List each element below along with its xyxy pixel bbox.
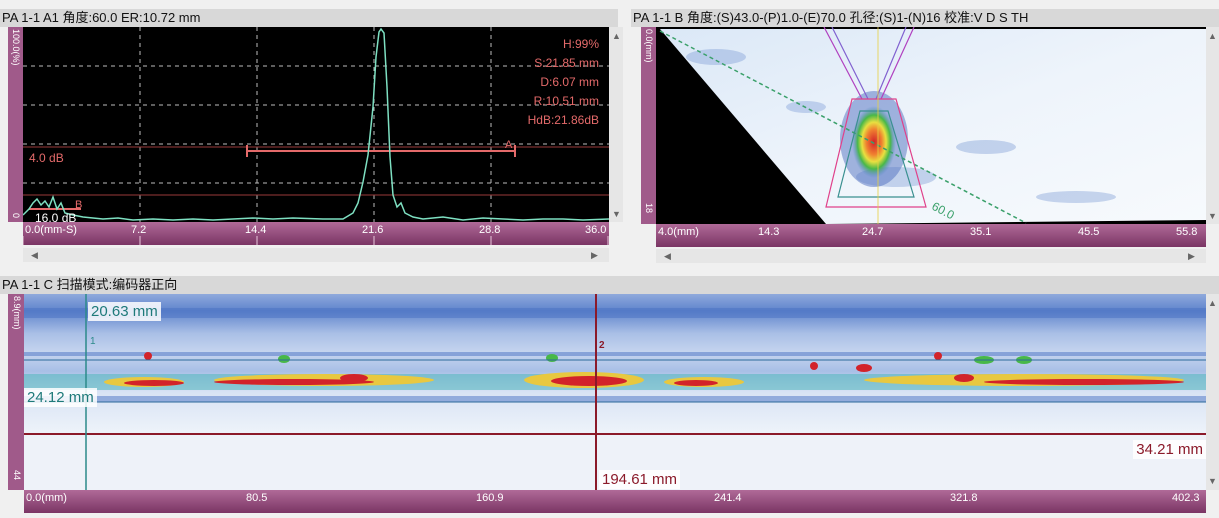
bscan-vertical-scale: 0.0(mm) 18 (641, 27, 656, 224)
ascan-plot[interactable]: 4.0 dB A 16.0 dB B H:99% S:21.85 mm D:6.… (23, 27, 609, 222)
cscan-tick-5: 402.3 (1172, 492, 1200, 504)
ascan-gate-label: 4.0 dB (29, 151, 64, 165)
cscan-measurement-top: 20.63 mm (88, 302, 161, 321)
bscan-horizontal-scrollbar[interactable]: ◀ ▶ (656, 249, 1206, 263)
ascan-ref-label: 16.0 dB (35, 211, 77, 222)
bscan-tick-5: 55.8 (1176, 226, 1198, 238)
ascan-title: PA 1-1 A1 角度:60.0 ER:10.72 mm (0, 9, 618, 27)
bscan-tick-2: 24.7 (862, 226, 884, 238)
cscan-tick-1: 80.5 (246, 492, 268, 504)
ascan-vscale-bottom: 0 (11, 213, 21, 219)
scroll-up-icon[interactable]: ▲ (1208, 298, 1217, 308)
cscan-plot[interactable]: 20.63 mm 24.12 mm 34.21 mm 194.61 mm 1 2 (24, 294, 1206, 490)
ascan-tick-2: 14.4 (245, 224, 267, 236)
bscan-vscale-bottom: 18 (644, 203, 654, 214)
ascan-vscale-label: 100.0(%) (11, 29, 21, 66)
cscan-cursor-2-label: 2 (599, 340, 605, 351)
cscan-tick-0: 0.0(mm) (26, 492, 67, 504)
bscan-tick-1: 14.3 (758, 226, 780, 238)
ascan-tick-5: 36.0 (585, 224, 607, 236)
cscan-vscale-label: 8.9(mm) (12, 296, 22, 330)
ascan-horizontal-scale: 0.0(mm-S) 7.2 14.4 21.6 28.8 36.0 (23, 222, 609, 245)
bscan-vertical-scrollbar[interactable]: ▲ ▼ (1206, 27, 1219, 224)
ascan-readout-height: H:99% (562, 37, 599, 51)
cscan-measurement-cursor: 194.61 mm (599, 470, 681, 489)
ascan-tick-3: 21.6 (362, 224, 384, 236)
ascan-readout-soundpath: S:21.85 mm (534, 56, 599, 70)
ascan-readout-range: R:10.51 mm (533, 94, 599, 108)
cscan-tick-4: 321.8 (950, 492, 978, 504)
ascan-ref-marker: B (75, 199, 83, 211)
bscan-plot[interactable]: 60.0 (656, 27, 1206, 224)
scroll-down-icon[interactable]: ▼ (1208, 476, 1217, 486)
cscan-image (24, 294, 1206, 490)
cscan-measurement-mid: 24.12 mm (24, 388, 97, 407)
scroll-down-icon[interactable]: ▼ (612, 209, 621, 219)
bscan-sector-image (659, 27, 1206, 224)
scroll-left-icon[interactable]: ◀ (664, 251, 671, 261)
scroll-left-icon[interactable]: ◀ (31, 250, 38, 260)
scroll-up-icon[interactable]: ▲ (1208, 31, 1217, 41)
cscan-tick-3: 241.4 (714, 492, 742, 504)
cscan-vscale-bottom: 44 (12, 470, 22, 481)
bscan-title: PA 1-1 B 角度:(S)43.0-(P)1.0-(E)70.0 孔径:(S… (631, 9, 1219, 27)
scroll-up-icon[interactable]: ▲ (612, 31, 621, 41)
ascan-readout-depth: D:6.07 mm (540, 75, 599, 89)
ascan-readout-hdb: HdB:21.86dB (527, 113, 599, 127)
ascan-graph (23, 27, 609, 222)
scroll-right-icon[interactable]: ▶ (591, 250, 598, 260)
cscan-tick-2: 160.9 (476, 492, 504, 504)
cscan-cursor-1-label: 1 (90, 336, 96, 347)
bscan-tick-3: 35.1 (970, 226, 992, 238)
scroll-down-icon[interactable]: ▼ (1208, 211, 1217, 221)
ascan-tick-4: 28.8 (479, 224, 501, 236)
cscan-horizontal-scale: 0.0(mm) 80.5 160.9 241.4 321.8 402.3 (24, 490, 1206, 513)
ascan-horizontal-scrollbar[interactable]: ◀ ▶ (23, 248, 609, 262)
cscan-measurement-right: 34.21 mm (1133, 440, 1206, 459)
scroll-right-icon[interactable]: ▶ (1188, 251, 1195, 261)
bscan-vscale-label: 0.0(mm) (644, 29, 654, 63)
ascan-vertical-scale: 100.0(%) 0 (8, 27, 23, 222)
ascan-tick-0: 0.0(mm-S) (25, 224, 77, 236)
bscan-tick-4: 45.5 (1078, 226, 1100, 238)
cscan-vertical-scale: 8.9(mm) 44 (8, 294, 24, 490)
ascan-vertical-scrollbar[interactable]: ▲ ▼ (609, 27, 623, 222)
cscan-title: PA 1-1 C 扫描模式:编码器正向 (0, 276, 1219, 294)
ascan-tick-1: 7.2 (131, 224, 147, 236)
bscan-horizontal-scale: 4.0(mm) 14.3 24.7 35.1 45.5 55.8 (656, 224, 1206, 247)
bscan-tick-0: 4.0(mm) (658, 226, 699, 238)
ascan-gate-marker: A (505, 139, 513, 151)
cscan-vertical-scrollbar[interactable]: ▲ ▼ (1206, 294, 1219, 490)
